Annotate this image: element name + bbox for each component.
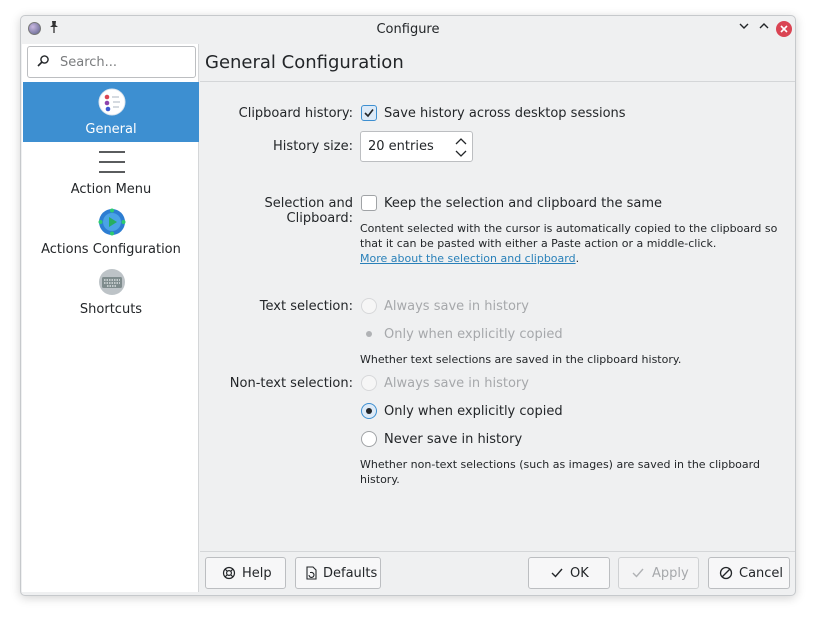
chevron-up-icon	[759, 23, 769, 29]
keep-selection-clipboard-checkbox[interactable]	[361, 195, 377, 211]
checkmark-icon	[632, 568, 644, 578]
history-size-label: History size:	[273, 139, 353, 154]
text-only-copied-radio[interactable]	[361, 326, 377, 342]
sidebar-item-shortcuts[interactable]: Shortcuts	[23, 262, 199, 322]
history-size-value[interactable]: 20 entries	[368, 139, 434, 154]
nontext-only-copied-radio[interactable]	[361, 403, 377, 419]
actions-gear-icon	[98, 208, 126, 236]
defaults-button[interactable]: Defaults	[295, 557, 381, 589]
sidebar-item-label: Shortcuts	[79, 302, 143, 317]
save-history-label[interactable]: Save history across desktop sessions	[384, 106, 626, 121]
checkmark-icon	[364, 109, 374, 118]
close-icon	[780, 25, 788, 33]
nontext-only-copied-label[interactable]: Only when explicitly copied	[384, 404, 563, 419]
nontext-never-save-radio[interactable]	[361, 431, 377, 447]
cancel-icon	[719, 566, 733, 580]
decrement-chevron-down-icon[interactable]	[453, 147, 469, 159]
main-panel: General Configuration Clipboard history:…	[200, 44, 795, 551]
cancel-button[interactable]: Cancel	[708, 557, 790, 589]
ok-button-label: OK	[570, 566, 589, 581]
search-input[interactable]	[58, 52, 188, 72]
document-revert-icon	[306, 566, 317, 580]
close-button[interactable]	[776, 21, 792, 37]
sidebar-item-actions-configuration[interactable]: Actions Configuration	[23, 202, 199, 262]
window-title: Configure	[376, 22, 440, 37]
note-line: history.	[360, 473, 400, 486]
maximize-button[interactable]	[755, 20, 773, 38]
help-lifebuoy-icon	[222, 566, 236, 580]
configure-window: Configure General	[20, 15, 796, 596]
text-only-copied-label[interactable]: Only when explicitly copied	[384, 327, 563, 342]
non-text-selection-note: Whether non-text selections (such as ima…	[360, 457, 780, 487]
nontext-always-save-radio[interactable]	[361, 375, 377, 391]
sidebar-item-label: Actions Configuration	[41, 242, 181, 257]
note-line: Whether non-text selections (such as ima…	[360, 458, 760, 471]
checkmark-icon	[551, 568, 563, 578]
minimize-button[interactable]	[735, 20, 753, 38]
text-always-save-label[interactable]: Always save in history	[384, 299, 529, 314]
nontext-always-save-label[interactable]: Always save in history	[384, 376, 529, 391]
help-button-label: Help	[242, 566, 272, 581]
sidebar: General Action Menu Actions Configuratio…	[22, 44, 199, 592]
title-bar[interactable]: Configure	[21, 16, 795, 44]
help-button[interactable]: Help	[205, 557, 286, 589]
apply-button-label: Apply	[652, 566, 689, 581]
note-line: that it can be pasted with either a Past…	[360, 237, 717, 250]
defaults-button-label: Defaults	[323, 566, 378, 581]
sidebar-item-general[interactable]: General	[23, 82, 199, 142]
text-selection-label: Text selection:	[259, 299, 353, 314]
cancel-button-label: Cancel	[739, 566, 784, 581]
dialog-button-bar: Help Defaults OK Apply Cancel	[200, 551, 795, 595]
sidebar-item-action-menu[interactable]: Action Menu	[23, 142, 199, 202]
save-history-checkbox[interactable]	[361, 105, 377, 121]
history-size-spinbox[interactable]: 20 entries	[360, 131, 473, 162]
selection-clipboard-label: Selection and Clipboard:	[264, 196, 354, 226]
clipboard-icon	[98, 88, 126, 116]
page-title: General Configuration	[205, 52, 404, 73]
sidebar-item-label: Action Menu	[70, 182, 152, 197]
note-line: More about the selection and clipboard.	[360, 251, 780, 266]
text-always-save-radio[interactable]	[361, 298, 377, 314]
search-box[interactable]	[27, 46, 196, 78]
nontext-never-save-label[interactable]: Never save in history	[384, 432, 522, 447]
divider	[200, 81, 795, 82]
ok-button[interactable]: OK	[528, 557, 610, 589]
note-line: Content selected with the cursor is auto…	[360, 222, 778, 235]
sidebar-item-label: General	[85, 122, 137, 137]
text-selection-note: Whether text selections are saved in the…	[360, 353, 682, 366]
keep-selection-clipboard-label[interactable]: Keep the selection and clipboard the sam…	[384, 196, 662, 211]
link-suffix: .	[575, 252, 580, 265]
chevron-down-icon	[739, 23, 749, 29]
clipboard-history-label: Clipboard history:	[238, 106, 353, 121]
search-icon	[37, 55, 49, 67]
more-about-link[interactable]: More about the selection and clipboard	[360, 252, 576, 265]
selection-clipboard-note: Content selected with the cursor is auto…	[360, 221, 780, 266]
apply-button[interactable]: Apply	[618, 557, 699, 589]
hamburger-menu-icon	[99, 151, 125, 173]
non-text-selection-label: Non-text selection:	[229, 376, 353, 391]
keyboard-icon	[99, 269, 125, 295]
